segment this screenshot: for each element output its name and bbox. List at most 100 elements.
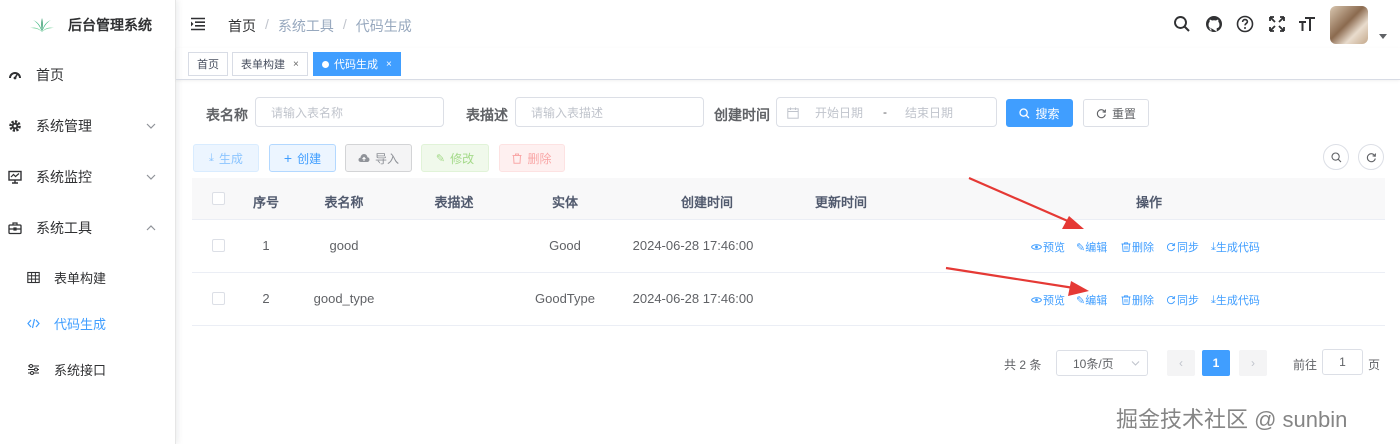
breadcrumb-home[interactable]: 首页: [228, 16, 256, 36]
generate-button-label: 生成: [218, 151, 243, 166]
toggle-search-button[interactable]: [1323, 144, 1349, 170]
sidebar-item-label: 系统监控: [36, 169, 92, 185]
generate-code-link[interactable]: ⤓ 生成代码: [1211, 239, 1260, 255]
close-icon[interactable]: ×: [386, 59, 392, 70]
github-icon[interactable]: [1205, 15, 1223, 33]
delete-button[interactable]: 删除: [499, 144, 565, 172]
watermark: 掘金技术社区 @ sunbin: [1116, 407, 1348, 432]
table-row[interactable]: 2 good_type GoodType 2024-06-28 17:46:00…: [192, 273, 1385, 326]
refresh-icon: [1167, 243, 1176, 252]
breadcrumb: 首页 / 系统工具 / 代码生成: [228, 16, 412, 36]
sidebar-subitem-form-builder[interactable]: 表单构建: [0, 254, 175, 300]
caret-down-icon[interactable]: [1379, 34, 1387, 39]
font-size-icon[interactable]: [1298, 15, 1316, 33]
delete-button-label: 删除: [527, 151, 552, 166]
refresh-icon: [1366, 152, 1376, 162]
reset-button[interactable]: 重置: [1083, 99, 1149, 127]
table-row[interactable]: 1 good Good 2024-06-28 17:46:00 预览 ✎ 编辑 删…: [192, 220, 1385, 273]
create-button-label: 创建: [297, 151, 322, 166]
search-icon: [1019, 107, 1030, 118]
import-button[interactable]: 导入: [345, 144, 412, 172]
close-icon[interactable]: ×: [293, 59, 299, 70]
trash-icon: [1121, 242, 1131, 252]
sync-link[interactable]: 同步: [1166, 239, 1199, 255]
sidebar-item-home[interactable]: 首页: [0, 50, 175, 100]
prev-page-button[interactable]: ‹: [1167, 350, 1195, 376]
goto-label: 前往: [1293, 358, 1318, 372]
calendar-icon: [787, 107, 799, 119]
cell-entity: GoodType: [535, 291, 595, 306]
edit-icon: ✎: [1076, 294, 1086, 307]
table-desc-input[interactable]: 请输入表描述: [515, 97, 704, 127]
chevron-up-icon: [146, 225, 156, 231]
page-number-1[interactable]: 1: [1202, 350, 1230, 376]
preview-link[interactable]: 预览: [1031, 292, 1065, 308]
generate-button[interactable]: ⤓ 生成: [193, 144, 259, 172]
create-time-label: 创建时间: [714, 107, 770, 123]
cell-table-name: good_type: [313, 291, 375, 306]
sliders-icon: [28, 363, 39, 375]
toolbox-icon: [8, 222, 22, 235]
end-date-input[interactable]: 结束日期: [905, 104, 953, 121]
delete-label: 删除: [1132, 295, 1154, 307]
sidebar-item-system-tools[interactable]: 系统工具: [0, 203, 175, 253]
next-page-button[interactable]: ›: [1239, 350, 1267, 376]
sync-link[interactable]: 同步: [1166, 292, 1199, 308]
row-checkbox[interactable]: [212, 292, 225, 305]
goto-suffix: 页: [1368, 358, 1381, 372]
tag-code-gen[interactable]: 代码生成 ×: [313, 52, 401, 76]
delete-link[interactable]: 删除: [1121, 239, 1154, 255]
create-button[interactable]: + 创建: [269, 144, 336, 172]
sidebar-item-system-manage[interactable]: 系统管理: [0, 101, 175, 151]
chevron-down-icon: [146, 174, 156, 180]
goto-page-input[interactable]: 1: [1322, 349, 1363, 375]
cell-created: 2024-06-28 17:46:00: [632, 238, 754, 253]
tag-home[interactable]: 首页: [188, 52, 228, 76]
delete-link[interactable]: 删除: [1121, 292, 1154, 308]
upload-cloud-icon: [358, 154, 370, 162]
select-all-checkbox[interactable]: [212, 192, 225, 205]
table-desc-label: 表描述: [466, 107, 508, 123]
range-separator: -: [883, 105, 887, 119]
breadcrumb-system-tools: 系统工具: [277, 18, 334, 34]
refresh-icon: [1096, 108, 1107, 118]
tag-label: 代码生成: [334, 59, 378, 71]
sidebar-item-system-monitor[interactable]: 系统监控: [0, 152, 175, 202]
trash-icon: [1121, 295, 1131, 305]
sync-label: 同步: [1177, 295, 1199, 307]
tag-form-builder[interactable]: 表单构建 ×: [232, 52, 308, 76]
refresh-button[interactable]: [1358, 144, 1384, 170]
help-icon[interactable]: [1236, 15, 1254, 33]
sync-label: 同步: [1177, 242, 1199, 254]
page-size-select[interactable]: 10条/页: [1056, 350, 1148, 376]
date-range-picker[interactable]: 开始日期 - 结束日期: [776, 97, 997, 127]
generate-code-link[interactable]: ⤓ 生成代码: [1211, 292, 1260, 308]
logo[interactable]: 后台管理系统: [0, 0, 175, 50]
active-dot: [322, 60, 329, 68]
tag-label: 表单构建: [241, 59, 285, 71]
edit-button[interactable]: ✎ 修改: [421, 144, 489, 172]
sidebar-item-label: 首页: [36, 67, 64, 83]
table-name-input[interactable]: 请输入表名称: [255, 97, 444, 127]
hamburger-icon[interactable]: [190, 16, 206, 32]
search-icon[interactable]: [1173, 15, 1191, 33]
row-checkbox[interactable]: [212, 239, 225, 252]
search-button[interactable]: 搜索: [1006, 99, 1073, 127]
code-icon: [27, 318, 40, 328]
edit-link[interactable]: ✎ 编辑: [1076, 292, 1107, 308]
page-size-value: 10条/页: [1073, 356, 1114, 371]
sidebar-subitem-code-gen[interactable]: 代码生成: [0, 300, 175, 346]
edit-link[interactable]: ✎ 编辑: [1076, 239, 1107, 255]
avatar[interactable]: [1330, 6, 1368, 44]
sidebar-subitem-api[interactable]: 系统接口: [0, 346, 175, 392]
preview-link[interactable]: 预览: [1031, 239, 1065, 255]
sidebar-item-label: 系统管理: [36, 118, 92, 134]
fullscreen-icon[interactable]: [1268, 15, 1286, 33]
start-date-input[interactable]: 开始日期: [815, 104, 863, 121]
breadcrumb-separator: /: [342, 16, 347, 32]
reset-button-label: 重置: [1111, 106, 1136, 121]
column-header: 创建时间: [680, 195, 734, 210]
logo-icon: [30, 18, 54, 32]
sidebar-item-label: 系统工具: [36, 220, 92, 236]
cell-entity: Good: [549, 238, 581, 253]
